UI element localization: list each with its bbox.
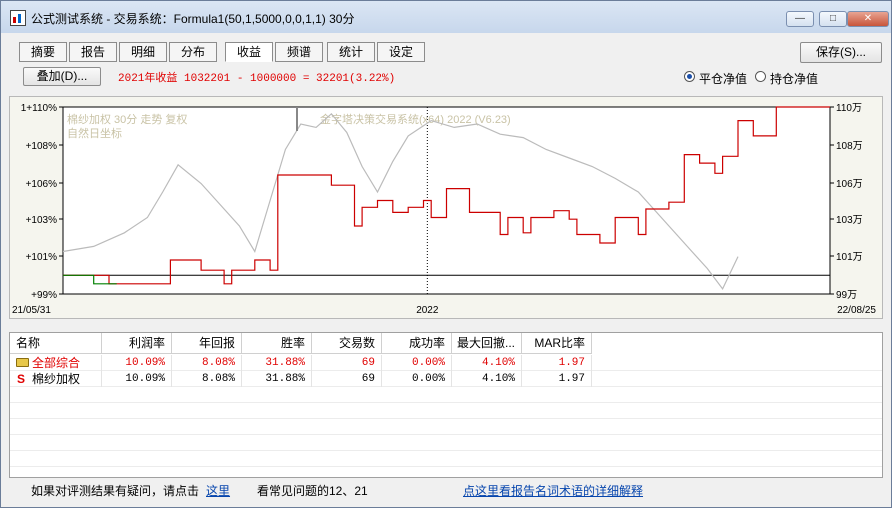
window-title: 公式测试系统 - 交易系统：Formula1(50,1,5000,0,0,1,1… bbox=[31, 12, 355, 26]
footer-help-link[interactable]: 这里 bbox=[206, 482, 230, 499]
table-cell: 8.08% bbox=[172, 355, 242, 371]
y-left-tick-label: +106% bbox=[26, 179, 58, 190]
table-gridline bbox=[10, 418, 882, 419]
chart-legend-line2: 自然日坐标 bbox=[67, 126, 122, 140]
annual-return-summary: 2021年收益 1032201 - 1000000 = 32201(3.22%) bbox=[118, 73, 396, 85]
tab-report[interactable]: 报告 bbox=[69, 42, 117, 62]
table-cell: 0.00% bbox=[382, 371, 452, 387]
radio-close-equity-label: 平仓净值 bbox=[699, 72, 748, 86]
table-cell: 0.00% bbox=[382, 355, 452, 371]
app-icon bbox=[10, 10, 26, 26]
table-cell: 1.97 bbox=[522, 371, 592, 387]
x-axis-label: 22/08/25 bbox=[837, 305, 876, 316]
row-name-label: 全部综合 bbox=[32, 356, 81, 370]
chart-legend-line1: 棉纱加权 30分 走势 复权 bbox=[67, 112, 187, 126]
radio-dot-unchecked[interactable] bbox=[755, 71, 766, 82]
y-right-tick-label: 101万 bbox=[836, 252, 863, 263]
table-cell-name: S 棉纱加权 bbox=[10, 371, 102, 387]
title-bar[interactable]: 公式测试系统 - 交易系统：Formula1(50,1,5000,0,0,1,1… bbox=[1, 1, 891, 33]
table-header-cell[interactable]: 年回报 bbox=[172, 333, 242, 354]
close-button[interactable]: ✕ bbox=[847, 11, 889, 27]
table-header-cell[interactable]: 最大回撤... bbox=[452, 333, 522, 354]
radio-hold-equity-label: 持仓净值 bbox=[770, 72, 819, 86]
table-header-cell[interactable]: 成功率 bbox=[382, 333, 452, 354]
table-cell: 10.09% bbox=[102, 355, 172, 371]
y-right-tick-label: 103万 bbox=[836, 215, 863, 226]
tab-statistics[interactable]: 统计 bbox=[327, 42, 375, 62]
y-right-tick-label: 106万 bbox=[836, 179, 863, 190]
footer-glossary-link[interactable]: 点这里看报告名词术语的详细解释 bbox=[463, 482, 643, 499]
overlay-button[interactable]: 叠加(D)... bbox=[23, 67, 101, 86]
y-right-tick-label: 108万 bbox=[836, 141, 863, 152]
app-window: 公式测试系统 - 交易系统：Formula1(50,1,5000,0,0,1,1… bbox=[0, 0, 892, 508]
tab-returns[interactable]: 收益 bbox=[225, 42, 273, 62]
footer-faq-text: 看常见问题的12、21 bbox=[257, 484, 368, 498]
maximize-button[interactable]: □ bbox=[819, 11, 847, 27]
table-cell: 4.10% bbox=[452, 355, 522, 371]
y-left-tick-label: +99% bbox=[31, 290, 57, 301]
table-cell-name: 全部综合 bbox=[10, 355, 102, 371]
x-axis-label: 2022 bbox=[416, 305, 439, 316]
footer-help-text: 如果对评测结果有疑问，请点击 bbox=[31, 484, 200, 498]
table-header-cell[interactable]: MAR比率 bbox=[522, 333, 592, 354]
table-cell: 69 bbox=[312, 355, 382, 371]
y-left-tick-label: +103% bbox=[26, 215, 58, 226]
tab-distribution[interactable]: 分布 bbox=[169, 42, 217, 62]
save-button[interactable]: 保存(S)... bbox=[800, 42, 882, 63]
table-cell: 31.88% bbox=[242, 371, 312, 387]
table-gridline bbox=[10, 466, 882, 467]
table-gridline bbox=[10, 402, 882, 403]
tab-spectrum[interactable]: 频谱 bbox=[275, 42, 323, 62]
table-cell: 1.97 bbox=[522, 355, 592, 371]
table-header-cell[interactable]: 胜率 bbox=[242, 333, 312, 354]
tab-detail[interactable]: 明细 bbox=[119, 42, 167, 62]
minimize-button[interactable]: — bbox=[786, 11, 814, 27]
tab-settings[interactable]: 设定 bbox=[377, 42, 425, 62]
table-gridline bbox=[10, 450, 882, 451]
table-header-cell[interactable]: 名称 bbox=[10, 333, 102, 354]
strategy-s-icon: S bbox=[17, 372, 26, 386]
table-cell: 4.10% bbox=[452, 371, 522, 387]
chart-watermark: 金字塔决策交易系统(x64) 2022 (V6.23) bbox=[320, 112, 511, 126]
folder-icon bbox=[16, 358, 29, 367]
table-cell: 8.08% bbox=[172, 371, 242, 387]
x-axis-label: 21/05/31 bbox=[12, 305, 51, 316]
table-header-cell[interactable]: 交易数 bbox=[312, 333, 382, 354]
tab-summary[interactable]: 摘要 bbox=[19, 42, 67, 62]
y-left-tick-label: +101% bbox=[26, 252, 58, 263]
y-left-tick-label: 1+110% bbox=[21, 103, 57, 114]
results-table[interactable]: 名称 利润率 年回报 胜率 交易数 成功率 最大回撤... MAR比率 全部综合 10.09% 8… bbox=[9, 332, 883, 478]
table-header-cell[interactable]: 利润率 bbox=[102, 333, 172, 354]
table-gridline bbox=[10, 434, 882, 435]
y-left-tick-label: +108% bbox=[26, 141, 58, 152]
equity-chart-svg[interactable]: 1+110% +108% +106% +103% +101% +99% 110万 108万 10… bbox=[10, 97, 882, 318]
table-cell: 10.09% bbox=[102, 371, 172, 387]
table-cell: 69 bbox=[312, 371, 382, 387]
y-right-tick-label: 110万 bbox=[836, 103, 862, 114]
y-right-tick-label: 99万 bbox=[836, 290, 857, 301]
row-name-label: 棉纱加权 bbox=[32, 372, 81, 386]
table-cell: 31.88% bbox=[242, 355, 312, 371]
radio-dot-checked[interactable] bbox=[684, 71, 695, 82]
equity-chart[interactable]: 1+110% +108% +106% +103% +101% +99% 110万 108万 10… bbox=[9, 96, 883, 319]
